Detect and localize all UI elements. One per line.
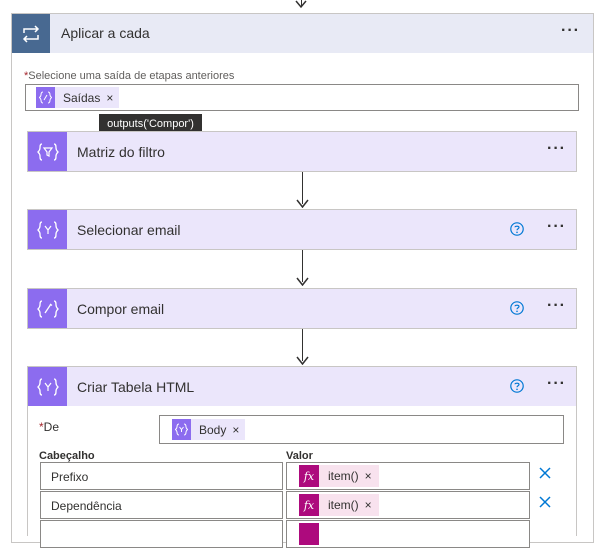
value-input[interactable]: fx item() × [286,462,530,490]
help-icon[interactable] [510,222,524,236]
action-more-icon[interactable]: ··· [547,218,566,236]
header-input[interactable] [40,520,283,548]
action-card-filter-array[interactable]: Matriz do filtro ··· [27,131,577,172]
body-token[interactable]: Body × [172,419,246,440]
from-label: *De [39,420,59,434]
expression-token-remove-icon[interactable]: × [365,469,379,483]
html-table-icon [28,367,67,406]
action-title-create-html-table: Criar Tabela HTML [77,379,195,395]
down-arrow-icon [296,356,309,365]
action-more-icon[interactable]: ··· [547,140,566,158]
action-more-icon[interactable]: ··· [547,375,566,393]
delete-row-icon[interactable] [538,466,552,480]
action-card-create-html-table[interactable]: Criar Tabela HTML ··· [27,366,577,407]
select-icon [28,210,67,249]
outputs-token-remove-icon[interactable]: × [106,91,119,105]
compose-icon [36,87,55,108]
down-arrow-icon [296,199,309,208]
down-arrow-icon [296,277,309,286]
expression-token[interactable]: fx item() × [299,465,379,487]
expression-token-label: item() [328,469,359,483]
filter-array-icon [28,132,67,171]
action-card-select-email[interactable]: Selecionar email ··· [27,209,577,250]
header-input-value: Prefixo [51,470,89,484]
expression-token-label: item() [328,498,359,512]
fx-icon: fx [299,465,319,487]
select-output-label-text: Selecione uma saída de etapas anteriores [28,70,235,82]
down-arrow-icon [295,0,307,9]
select-output-field[interactable]: Saídas × [25,84,579,111]
action-title-select-email: Selecionar email [77,222,181,238]
loop-icon [12,14,50,53]
fx-icon [299,523,319,545]
header-column-label: Cabeçalho [39,450,95,462]
apply-to-each-more-icon[interactable]: ··· [561,22,580,40]
action-title-filter-array: Matriz do filtro [77,144,165,160]
delete-row-icon[interactable] [538,495,552,509]
outputs-token-label: Saídas [63,90,101,105]
help-icon[interactable] [510,379,524,393]
value-input[interactable] [286,520,530,548]
header-input[interactable]: Prefixo [40,462,283,490]
select-icon [172,419,191,440]
expression-token[interactable]: fx item() × [299,494,379,516]
header-input[interactable]: Dependência [40,491,283,519]
compose-icon [28,289,67,328]
body-token-label: Body [199,422,227,437]
apply-to-each-title: Aplicar a cada [61,25,150,41]
select-output-label: *Selecione uma saída de etapas anteriore… [24,70,234,82]
from-field[interactable]: Body × [159,415,564,444]
header-input-value: Dependência [51,499,122,513]
outputs-token[interactable]: Saídas × [36,87,120,108]
expression-token-remove-icon[interactable]: × [365,498,379,512]
from-label-text: De [43,420,60,434]
fx-icon: fx [299,494,319,516]
help-icon[interactable] [510,301,524,315]
value-column-label: Valor [286,450,313,462]
value-input[interactable]: fx item() × [286,491,530,519]
action-card-compose-email[interactable]: Compor email ··· [27,288,577,329]
action-title-compose-email: Compor email [77,301,165,317]
body-token-remove-icon[interactable]: × [232,423,245,437]
action-more-icon[interactable]: ··· [547,297,566,315]
